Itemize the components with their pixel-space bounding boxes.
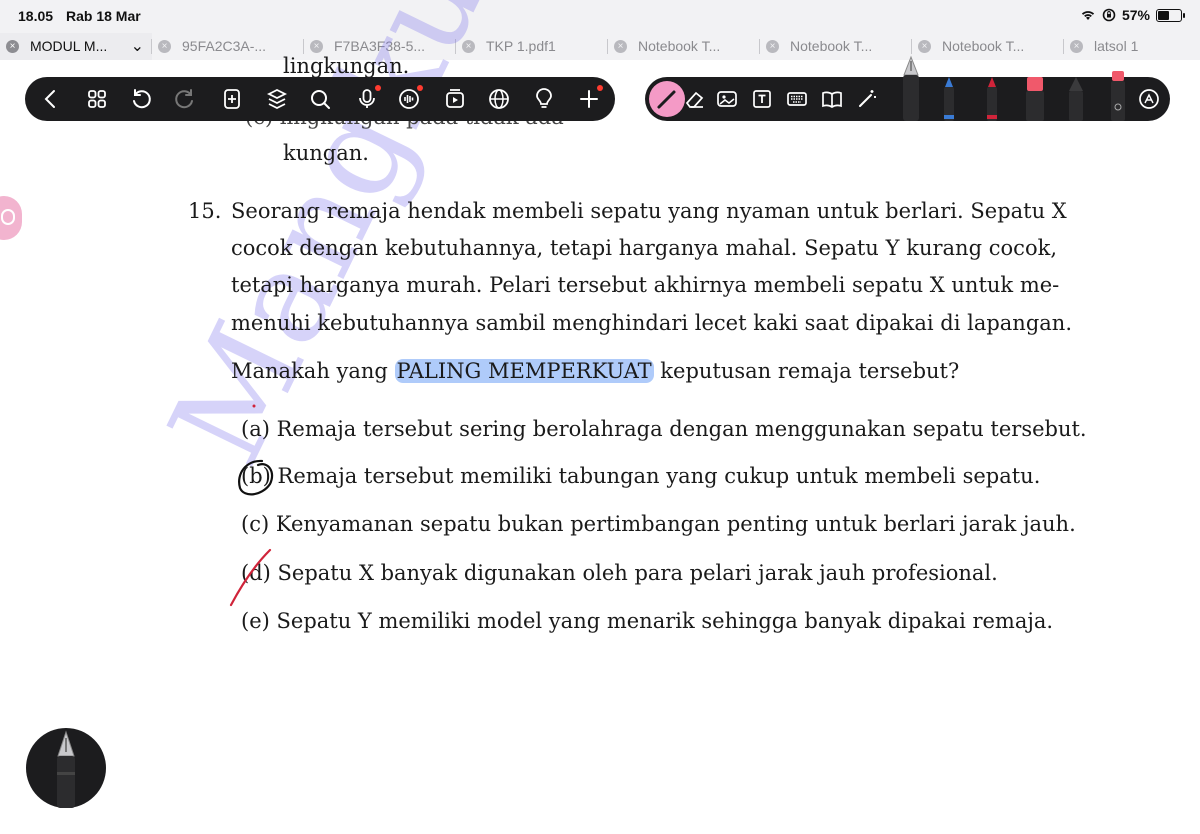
ink-dot: [252, 404, 256, 408]
tab-label: F7BA3F38-5...: [334, 38, 426, 54]
globe-icon[interactable]: [487, 87, 511, 111]
search-icon[interactable]: [308, 87, 332, 111]
fountain-pen-tool[interactable]: [898, 55, 924, 121]
blue-pen-tool[interactable]: [940, 77, 958, 121]
tab-8[interactable]: × latsol 1: [1064, 33, 1200, 60]
main-toolbar: [25, 77, 615, 121]
add-page-icon[interactable]: [220, 87, 244, 111]
tab-2[interactable]: × 95FA2C3A-...: [152, 33, 304, 60]
chevron-down-icon[interactable]: ⌄: [131, 36, 144, 56]
close-tab-icon[interactable]: ×: [766, 40, 779, 53]
tab-7[interactable]: × Notebook T...: [912, 33, 1064, 60]
media-icon[interactable]: [443, 87, 467, 111]
wifi-icon: [1081, 11, 1095, 20]
ink-slash-mark: [229, 548, 272, 607]
close-tab-icon[interactable]: ×: [1070, 40, 1083, 53]
drawing-toolbar: [645, 55, 1170, 121]
battery-percent: 57%: [1121, 7, 1150, 23]
notification-dot: [597, 85, 603, 91]
tab-label: Notebook T...: [790, 38, 873, 54]
grid-icon[interactable]: [85, 87, 109, 111]
fountain-pen-icon: [57, 730, 75, 808]
close-tab-icon[interactable]: ×: [918, 40, 931, 53]
battery-icon: [1156, 8, 1185, 22]
magic-wand-icon[interactable]: [855, 87, 879, 111]
tab-6[interactable]: × Notebook T...: [760, 33, 912, 60]
tab-label: MODUL M...: [30, 38, 108, 54]
recording-indicator: [417, 85, 423, 91]
tab-strip: × MODUL M... ⌄ × 95FA2C3A-... × F7BA3F38-5... ×…: [0, 33, 1200, 60]
status-right: 57%: [1080, 7, 1185, 23]
bulb-icon[interactable]: [532, 87, 556, 111]
highlighter-tool[interactable]: [1023, 77, 1047, 121]
tab-4[interactable]: × TKP 1.pdf1: [456, 33, 608, 60]
book-icon[interactable]: [820, 87, 844, 111]
ink-annotations: [229, 404, 274, 607]
close-tab-icon[interactable]: ×: [310, 40, 323, 53]
close-tab-icon[interactable]: ×: [462, 40, 475, 53]
undo-icon[interactable]: [129, 87, 153, 111]
eraser-pen-tool[interactable]: [1107, 71, 1129, 121]
red-pen-tool[interactable]: [983, 77, 1001, 121]
status-time: 18.05: [18, 8, 54, 24]
plus-icon[interactable]: [577, 85, 603, 111]
ink-circle-mark: [238, 459, 274, 496]
pen-icon: [657, 90, 676, 109]
close-tab-icon[interactable]: ×: [158, 40, 171, 53]
tool-settings-icon[interactable]: [1137, 87, 1161, 111]
eraser-icon[interactable]: [683, 87, 707, 111]
layers-icon[interactable]: [265, 87, 289, 111]
rotation-lock-icon: [1102, 8, 1116, 22]
close-tab-icon[interactable]: ×: [6, 40, 19, 53]
tab-label: Notebook T...: [942, 38, 1025, 54]
tab-label: latsol 1: [1094, 38, 1139, 54]
close-tab-icon[interactable]: ×: [614, 40, 627, 53]
document-page[interactable]: Mangkuk M lingkungan. (c) lingkungan pad…: [0, 0, 1200, 834]
tab-1[interactable]: × MODUL M... ⌄: [0, 33, 152, 60]
image-icon[interactable]: [715, 87, 739, 111]
floating-pen-button[interactable]: [26, 728, 106, 808]
status-bar: 18.05 Rab 18 Mar 57%: [0, 0, 1200, 33]
recording-indicator: [375, 85, 381, 91]
status-date: Rab 18 Mar: [66, 8, 141, 24]
textbox-icon[interactable]: [750, 87, 774, 111]
back-icon[interactable]: [39, 87, 63, 111]
tab-label: Notebook T...: [638, 38, 721, 54]
tab-label: TKP 1.pdf1: [486, 38, 556, 54]
keyboard-icon[interactable]: [785, 87, 809, 111]
brush-tool[interactable]: [1065, 77, 1087, 121]
tab-5[interactable]: × Notebook T...: [608, 33, 760, 60]
pen-tool-active[interactable]: [649, 81, 685, 117]
audio-icon[interactable]: [397, 85, 423, 111]
tab-label: 95FA2C3A-...: [182, 38, 267, 54]
redo-icon[interactable]: [173, 87, 197, 111]
microphone-icon[interactable]: [355, 85, 381, 111]
